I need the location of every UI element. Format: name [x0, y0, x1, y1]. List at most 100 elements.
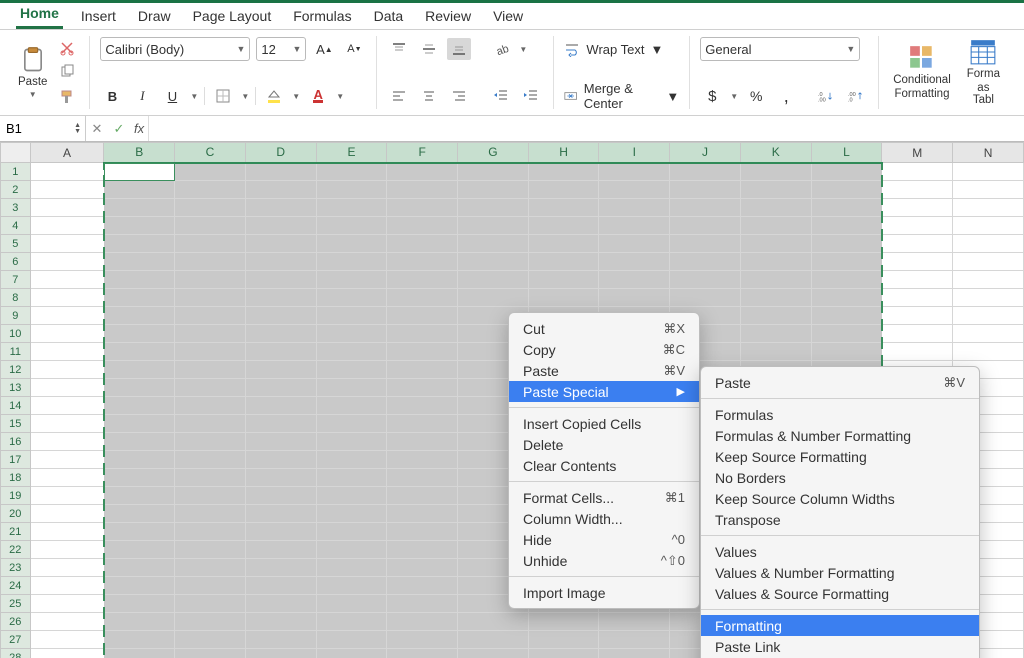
- cell-F4[interactable]: [387, 217, 458, 235]
- cell-D19[interactable]: [245, 487, 316, 505]
- cell-G8[interactable]: [458, 289, 529, 307]
- row-header-15[interactable]: 15: [1, 415, 31, 433]
- ps-formatting[interactable]: Formatting: [701, 615, 979, 636]
- col-header-G[interactable]: G: [458, 143, 529, 163]
- ctx-unhide[interactable]: Unhide^⇧0: [509, 550, 699, 571]
- cell-M7[interactable]: [882, 271, 953, 289]
- cell-B10[interactable]: [104, 325, 175, 343]
- cell-A21[interactable]: [30, 523, 104, 541]
- cell-H4[interactable]: [528, 217, 599, 235]
- cell-K9[interactable]: [740, 307, 811, 325]
- cell-I27[interactable]: [599, 631, 670, 649]
- cell-D25[interactable]: [245, 595, 316, 613]
- cell-A18[interactable]: [30, 469, 104, 487]
- cell-A24[interactable]: [30, 577, 104, 595]
- cell-C27[interactable]: [175, 631, 246, 649]
- cell-D7[interactable]: [245, 271, 316, 289]
- cell-M10[interactable]: [882, 325, 953, 343]
- underline-button[interactable]: U: [160, 85, 184, 107]
- cell-E13[interactable]: [316, 379, 387, 397]
- col-header-H[interactable]: H: [528, 143, 599, 163]
- cell-D22[interactable]: [245, 541, 316, 559]
- ctx-import-image[interactable]: Import Image: [509, 582, 699, 603]
- cell-A27[interactable]: [30, 631, 104, 649]
- cell-I8[interactable]: [599, 289, 670, 307]
- cell-E24[interactable]: [316, 577, 387, 595]
- cell-I3[interactable]: [599, 199, 670, 217]
- cell-N5[interactable]: [953, 235, 1024, 253]
- cell-C2[interactable]: [175, 181, 246, 199]
- cell-M4[interactable]: [882, 217, 953, 235]
- cell-A6[interactable]: [30, 253, 104, 271]
- cell-B28[interactable]: [104, 649, 175, 658]
- cell-D2[interactable]: [245, 181, 316, 199]
- cell-D27[interactable]: [245, 631, 316, 649]
- cell-J3[interactable]: [670, 199, 741, 217]
- row-header-10[interactable]: 10: [1, 325, 31, 343]
- cell-B19[interactable]: [104, 487, 175, 505]
- cell-F3[interactable]: [387, 199, 458, 217]
- cell-E8[interactable]: [316, 289, 387, 307]
- cell-C12[interactable]: [175, 361, 246, 379]
- cell-C15[interactable]: [175, 415, 246, 433]
- cell-H26[interactable]: [528, 613, 599, 631]
- cell-A16[interactable]: [30, 433, 104, 451]
- cut-icon[interactable]: [55, 37, 79, 59]
- ps-keep-source-column-widths[interactable]: Keep Source Column Widths: [701, 488, 979, 509]
- cell-C17[interactable]: [175, 451, 246, 469]
- cell-B3[interactable]: [104, 199, 175, 217]
- cell-A17[interactable]: [30, 451, 104, 469]
- cell-N9[interactable]: [953, 307, 1024, 325]
- orientation-icon[interactable]: ab: [489, 38, 513, 60]
- cancel-formula-icon[interactable]: ✕: [86, 121, 108, 137]
- cell-H5[interactable]: [528, 235, 599, 253]
- merge-center-button[interactable]: Merge & Center ▼: [564, 83, 679, 109]
- cell-B12[interactable]: [104, 361, 175, 379]
- align-right-icon[interactable]: [447, 85, 471, 107]
- cell-E7[interactable]: [316, 271, 387, 289]
- cell-A23[interactable]: [30, 559, 104, 577]
- cell-H7[interactable]: [528, 271, 599, 289]
- cell-K7[interactable]: [740, 271, 811, 289]
- cell-F7[interactable]: [387, 271, 458, 289]
- cell-J4[interactable]: [670, 217, 741, 235]
- cell-C13[interactable]: [175, 379, 246, 397]
- cell-C11[interactable]: [175, 343, 246, 361]
- cell-E21[interactable]: [316, 523, 387, 541]
- cell-M5[interactable]: [882, 235, 953, 253]
- cell-H6[interactable]: [528, 253, 599, 271]
- align-middle-icon[interactable]: [417, 38, 441, 60]
- cell-A14[interactable]: [30, 397, 104, 415]
- cell-ref-input[interactable]: [4, 120, 54, 137]
- borders-button[interactable]: [211, 85, 235, 107]
- cell-A13[interactable]: [30, 379, 104, 397]
- cell-J7[interactable]: [670, 271, 741, 289]
- cell-C22[interactable]: [175, 541, 246, 559]
- fill-color-button[interactable]: [262, 85, 286, 107]
- tab-page-layout[interactable]: Page Layout: [189, 5, 276, 29]
- cell-D26[interactable]: [245, 613, 316, 631]
- ctx-cut[interactable]: Cut⌘X: [509, 318, 699, 339]
- row-header-16[interactable]: 16: [1, 433, 31, 451]
- cell-H3[interactable]: [528, 199, 599, 217]
- cell-C18[interactable]: [175, 469, 246, 487]
- ctx-insert-copied-cells[interactable]: Insert Copied Cells: [509, 413, 699, 434]
- cell-C10[interactable]: [175, 325, 246, 343]
- conditional-formatting-button[interactable]: Conditional Formatting: [889, 36, 955, 108]
- cell-D4[interactable]: [245, 217, 316, 235]
- cell-I5[interactable]: [599, 235, 670, 253]
- tab-insert[interactable]: Insert: [77, 5, 120, 29]
- row-header-20[interactable]: 20: [1, 505, 31, 523]
- cell-C25[interactable]: [175, 595, 246, 613]
- cell-E3[interactable]: [316, 199, 387, 217]
- font-size-select[interactable]: 12▼: [256, 37, 306, 61]
- align-top-icon[interactable]: [387, 38, 411, 60]
- cell-C20[interactable]: [175, 505, 246, 523]
- cell-H1[interactable]: [528, 163, 599, 181]
- italic-button[interactable]: I: [130, 85, 154, 107]
- cell-C14[interactable]: [175, 397, 246, 415]
- ctx-copy[interactable]: Copy⌘C: [509, 339, 699, 360]
- cell-F25[interactable]: [387, 595, 458, 613]
- row-header-2[interactable]: 2: [1, 181, 31, 199]
- cell-F10[interactable]: [387, 325, 458, 343]
